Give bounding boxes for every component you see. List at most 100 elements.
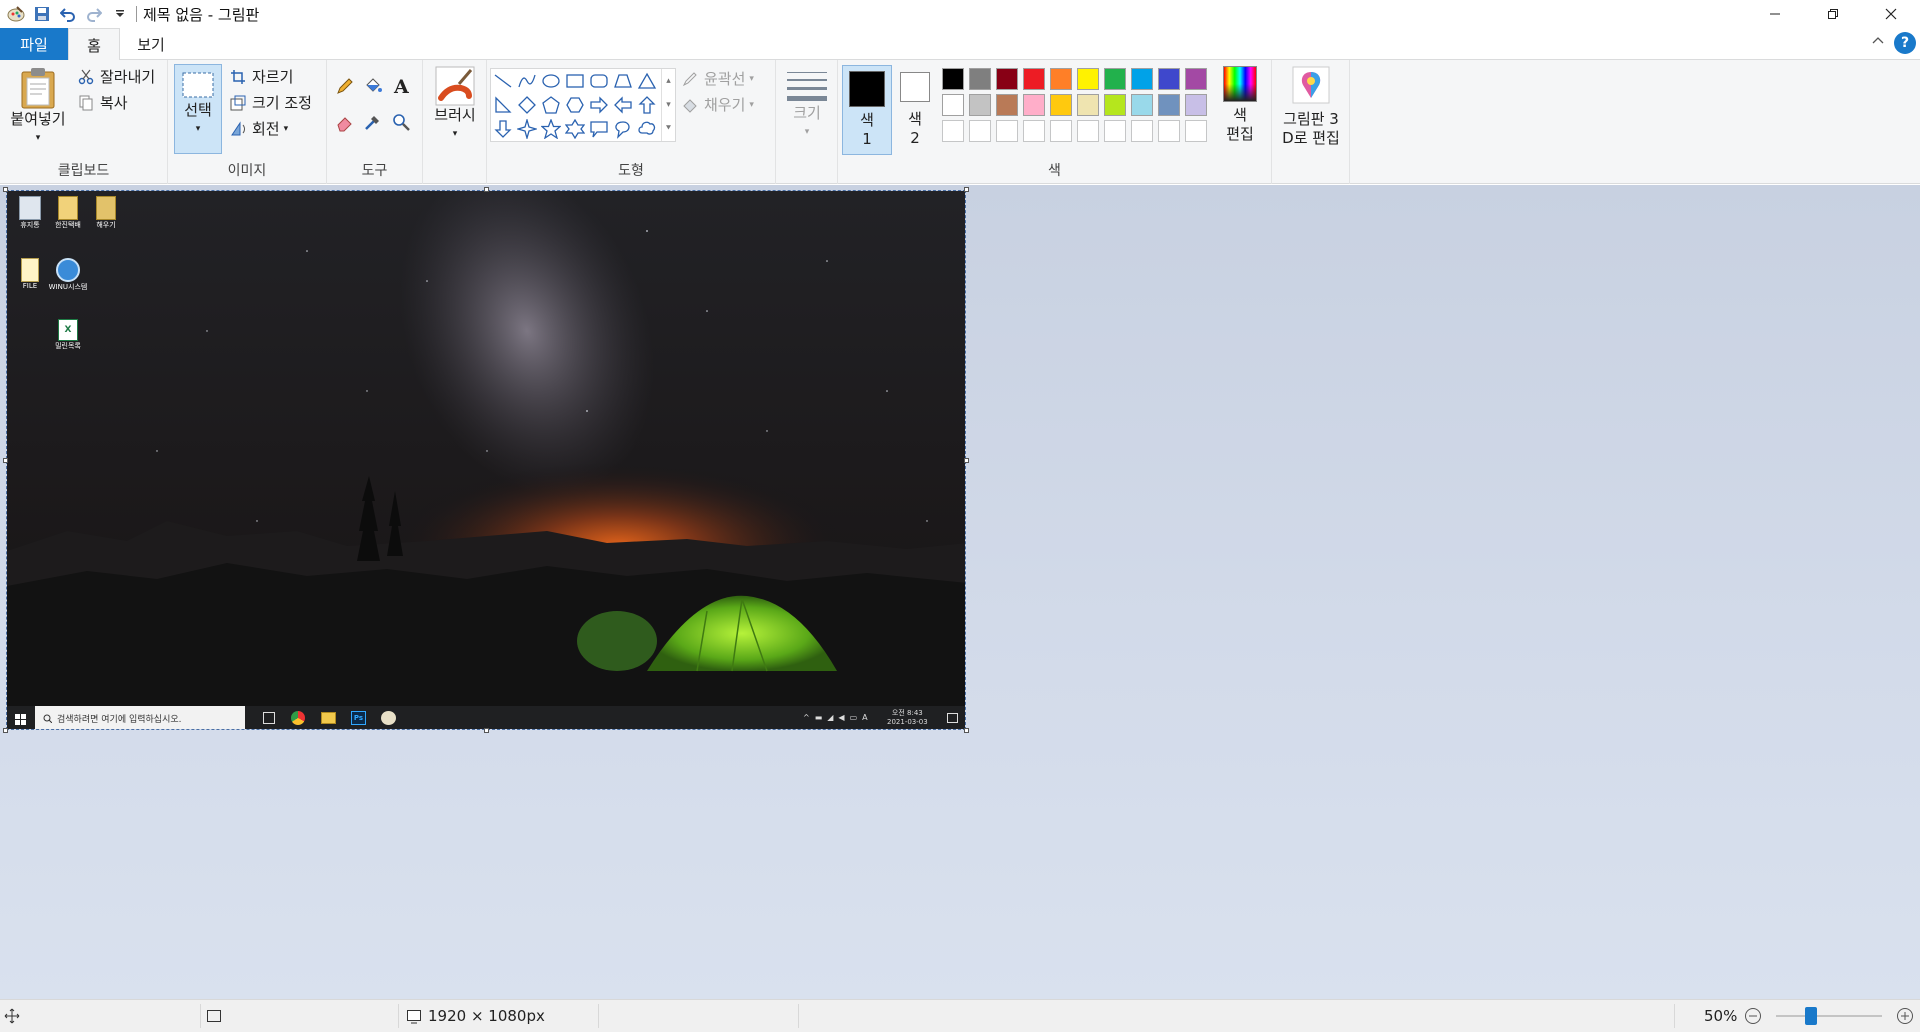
windows-start-icon[interactable] — [15, 713, 26, 725]
fill-button[interactable]: 채우기 ▾ — [680, 94, 754, 115]
tray-ime-indicator[interactable]: A — [862, 713, 867, 722]
paint-app-icon[interactable] — [6, 4, 26, 24]
customize-qat-icon[interactable] — [110, 4, 130, 24]
color-picker-icon[interactable] — [363, 112, 383, 132]
minimize-icon[interactable] — [1746, 0, 1804, 28]
fill-bucket-icon[interactable] — [363, 76, 383, 96]
palette-swatch[interactable] — [1023, 68, 1045, 90]
collapse-ribbon-icon[interactable] — [1872, 35, 1884, 51]
palette-swatch[interactable] — [942, 94, 964, 116]
photoshop-icon[interactable]: Ps — [351, 711, 366, 725]
palette-swatch[interactable] — [1104, 94, 1126, 116]
custom-color-slot[interactable] — [969, 120, 991, 142]
paste-button[interactable]: 붙여넣기 ▾ — [6, 66, 70, 148]
resize-handle-bottom-right[interactable] — [964, 728, 969, 733]
desktop-icon-excel[interactable]: X 밀린목록 — [51, 319, 85, 351]
custom-color-slot[interactable] — [1185, 120, 1207, 142]
tab-view[interactable]: 보기 — [130, 28, 172, 60]
palette-swatch[interactable] — [1131, 94, 1153, 116]
custom-color-slot[interactable] — [1158, 120, 1180, 142]
desktop-icon-recycle[interactable]: 휴지통 — [13, 196, 47, 230]
palette-swatch[interactable] — [969, 94, 991, 116]
palette-swatch[interactable] — [1104, 68, 1126, 90]
undo-icon[interactable] — [58, 4, 78, 24]
six-point-star-shape-icon[interactable] — [563, 117, 587, 141]
right-triangle-shape-icon[interactable] — [491, 93, 515, 117]
maximize-icon[interactable] — [1804, 0, 1862, 28]
copy-button[interactable]: 복사 — [76, 92, 128, 113]
pencil-icon[interactable] — [335, 76, 355, 96]
palette-swatch[interactable] — [1158, 94, 1180, 116]
desktop-icon-hanjin[interactable]: 한진택배 — [51, 196, 85, 230]
magnifier-icon[interactable] — [391, 112, 411, 132]
save-icon[interactable] — [32, 4, 52, 24]
desktop-icon-winu[interactable]: WINU시스템 — [45, 258, 91, 292]
canvas-area[interactable]: 휴지통 한진택배 해우기 FILE WINU시스템 X 밀린목록 검색하려면 여… — [0, 185, 1920, 999]
text-tool-icon[interactable]: A — [391, 76, 411, 96]
five-point-star-shape-icon[interactable] — [539, 117, 563, 141]
palette-swatch[interactable] — [1158, 68, 1180, 90]
color2-button[interactable]: 색 2 — [894, 66, 936, 148]
palette-swatch[interactable] — [1131, 68, 1153, 90]
tray-network-icon[interactable]: ◢ — [827, 713, 833, 722]
brushes-dropdown-icon[interactable]: ▾ — [453, 125, 458, 144]
palette-swatch[interactable] — [1185, 94, 1207, 116]
palette-swatch[interactable] — [942, 68, 964, 90]
resize-handle-top-right[interactable] — [964, 187, 969, 192]
shapes-scroll-up-icon[interactable]: ▴ — [666, 76, 671, 86]
file-explorer-icon[interactable] — [321, 712, 336, 724]
rectangle-shape-icon[interactable] — [563, 69, 587, 93]
action-center-icon[interactable] — [947, 713, 958, 723]
resize-handle-left[interactable] — [3, 458, 8, 463]
custom-color-slot[interactable] — [1050, 120, 1072, 142]
rotate-dropdown-icon[interactable]: ▾ — [284, 124, 289, 134]
outline-dropdown-icon[interactable]: ▾ — [749, 74, 754, 84]
shapes-more-icon[interactable]: ⯆ — [665, 124, 672, 134]
tab-home[interactable]: 홈 — [68, 28, 120, 61]
paste-dropdown-icon[interactable]: ▾ — [36, 129, 41, 148]
color1-button[interactable]: 색 1 — [842, 65, 892, 155]
close-icon[interactable] — [1862, 0, 1920, 28]
eraser-icon[interactable] — [335, 112, 355, 132]
diamond-shape-icon[interactable] — [515, 93, 539, 117]
palette-swatch[interactable] — [996, 68, 1018, 90]
palette-swatch[interactable] — [1023, 94, 1045, 116]
line-shape-icon[interactable] — [491, 69, 515, 93]
desktop-icon-haeugi[interactable]: 해우기 — [89, 196, 123, 230]
size-dropdown-icon[interactable]: ▾ — [805, 123, 810, 142]
oval-shape-icon[interactable] — [539, 69, 563, 93]
palette-swatch[interactable] — [1050, 68, 1072, 90]
tray-keyboard-icon[interactable]: ▭ — [850, 713, 858, 722]
select-button[interactable]: 선택 ▾ — [174, 64, 222, 154]
right-arrow-shape-icon[interactable] — [587, 93, 611, 117]
shapes-scroll-down-icon[interactable]: ▾ — [666, 100, 671, 110]
custom-color-slot[interactable] — [996, 120, 1018, 142]
resize-button[interactable]: 크기 조정 — [228, 92, 312, 113]
cut-button[interactable]: 잘라내기 — [76, 66, 155, 87]
left-arrow-shape-icon[interactable] — [611, 93, 635, 117]
resize-handle-top-left[interactable] — [3, 187, 8, 192]
custom-color-slot[interactable] — [942, 120, 964, 142]
four-point-star-shape-icon[interactable] — [515, 117, 539, 141]
custom-color-slot[interactable] — [1023, 120, 1045, 142]
palette-swatch[interactable] — [1077, 68, 1099, 90]
up-arrow-shape-icon[interactable] — [635, 93, 659, 117]
chrome-icon[interactable] — [291, 711, 305, 725]
tray-chevron-icon[interactable]: ^ — [803, 713, 810, 722]
cloud-callout-shape-icon[interactable] — [635, 117, 659, 141]
fill-dropdown-icon[interactable]: ▾ — [749, 100, 754, 110]
tray-volume-icon[interactable]: ◀ — [838, 713, 844, 722]
zoom-slider-thumb[interactable] — [1805, 1007, 1818, 1025]
hexagon-shape-icon[interactable] — [563, 93, 587, 117]
resize-handle-bottom[interactable] — [484, 728, 489, 733]
tray-battery-icon[interactable]: ▬ — [815, 713, 823, 722]
rectangle-callout-shape-icon[interactable] — [587, 117, 611, 141]
taskbar-search-box[interactable]: 검색하려면 여기에 입력하십시오. — [35, 706, 245, 729]
task-view-icon[interactable] — [263, 712, 275, 724]
help-icon[interactable]: ? — [1894, 32, 1916, 54]
custom-color-slot[interactable] — [1077, 120, 1099, 142]
polygon-shape-icon[interactable] — [611, 69, 635, 93]
custom-color-slot[interactable] — [1104, 120, 1126, 142]
custom-color-slot[interactable] — [1131, 120, 1153, 142]
rotate-button[interactable]: 회전 ▾ — [228, 118, 288, 139]
